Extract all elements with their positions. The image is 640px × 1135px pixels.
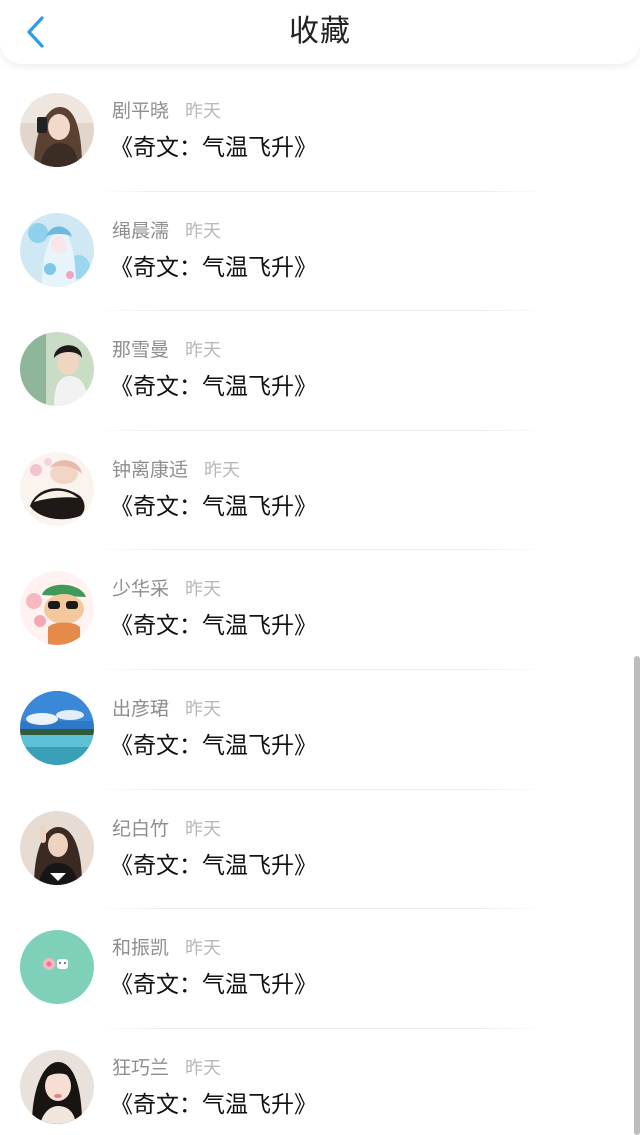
- list-item[interactable]: 剧平晓 昨天 《奇文：气温飞升》: [0, 72, 640, 192]
- list-item[interactable]: 钟离康适 昨天 《奇文：气温飞升》: [0, 431, 640, 551]
- item-time: 昨天: [185, 1057, 222, 1079]
- user-name: 那雪曼: [112, 339, 170, 362]
- book-title: 《奇文：气温飞升》: [110, 732, 317, 759]
- avatar[interactable]: [20, 451, 94, 526]
- list-item[interactable]: 纪白竹 昨天 《奇文：气温飞升》: [0, 790, 640, 910]
- item-time: 昨天: [204, 459, 241, 481]
- item-time: 昨天: [185, 101, 222, 122]
- list-item[interactable]: 狂巧兰 昨天 《奇文：气温飞升》: [0, 1029, 640, 1135]
- list-item[interactable]: 绳晨濡 昨天 《奇文：气温飞升》: [0, 192, 640, 312]
- item-meta: 纪白竹 昨天: [112, 816, 221, 843]
- favorites-page: 收藏 剧平晓 昨天 《奇文：气温飞升》 绳晨濡 昨天 《奇文：气温飞升》 那雪曼…: [0, 0, 640, 1135]
- item-meta: 出彦珺 昨天: [112, 696, 221, 723]
- item-time: 昨天: [185, 938, 222, 960]
- user-name: 纪白竹: [112, 817, 170, 840]
- user-name: 钟离康适: [112, 458, 189, 481]
- book-title: 《奇文：气温飞升》: [110, 1091, 317, 1118]
- favorites-list: 剧平晓 昨天 《奇文：气温飞升》 绳晨濡 昨天 《奇文：气温飞升》 那雪曼 昨天…: [0, 72, 640, 1135]
- user-name: 剧平晓: [112, 100, 170, 122]
- user-name: 绳晨濡: [112, 219, 170, 242]
- user-name: 少华采: [112, 578, 170, 601]
- list-item[interactable]: 那雪曼 昨天 《奇文：气温飞升》: [0, 311, 640, 431]
- user-name: 出彦珺: [112, 697, 170, 720]
- item-meta: 和振凯 昨天: [112, 935, 221, 962]
- list-item[interactable]: 出彦珺 昨天 《奇文：气温飞升》: [0, 670, 640, 790]
- avatar[interactable]: [20, 332, 94, 407]
- top-nav-bar: 收藏: [0, 0, 640, 64]
- item-meta: 那雪曼 昨天: [112, 337, 221, 364]
- item-time: 昨天: [185, 698, 222, 720]
- page-title: 收藏: [289, 14, 351, 49]
- book-title: 《奇文：气温飞升》: [110, 972, 317, 999]
- item-meta: 剧平晓 昨天: [112, 98, 221, 125]
- user-name: 狂巧兰: [112, 1056, 170, 1079]
- item-time: 昨天: [185, 579, 222, 601]
- avatar[interactable]: [20, 810, 94, 885]
- scrollbar[interactable]: [634, 656, 640, 1135]
- item-meta: 狂巧兰 昨天: [112, 1055, 221, 1082]
- book-title: 《奇文：气温飞升》: [110, 374, 317, 401]
- user-name: 和振凯: [112, 937, 170, 960]
- book-title: 《奇文：气温飞升》: [110, 613, 317, 640]
- item-time: 昨天: [185, 220, 222, 242]
- item-time: 昨天: [185, 818, 222, 840]
- book-title: 《奇文：气温飞升》: [110, 254, 317, 281]
- avatar[interactable]: [20, 930, 94, 1005]
- book-title: 《奇文：气温飞升》: [110, 135, 317, 161]
- item-meta: 绳晨濡 昨天: [112, 218, 221, 245]
- avatar[interactable]: [20, 690, 94, 765]
- list-item[interactable]: 和振凯 昨天 《奇文：气温飞升》: [0, 909, 640, 1029]
- avatar[interactable]: [20, 212, 94, 287]
- avatar[interactable]: [20, 1049, 94, 1124]
- item-meta: 少华采 昨天: [112, 576, 221, 603]
- list-item[interactable]: 少华采 昨天 《奇文：气温飞升》: [0, 550, 640, 670]
- item-meta: 钟离康适 昨天: [112, 457, 240, 484]
- book-title: 《奇文：气温飞升》: [110, 852, 317, 879]
- avatar[interactable]: [20, 93, 94, 167]
- book-title: 《奇文：气温飞升》: [110, 493, 317, 520]
- avatar[interactable]: [20, 571, 94, 646]
- item-time: 昨天: [185, 340, 222, 362]
